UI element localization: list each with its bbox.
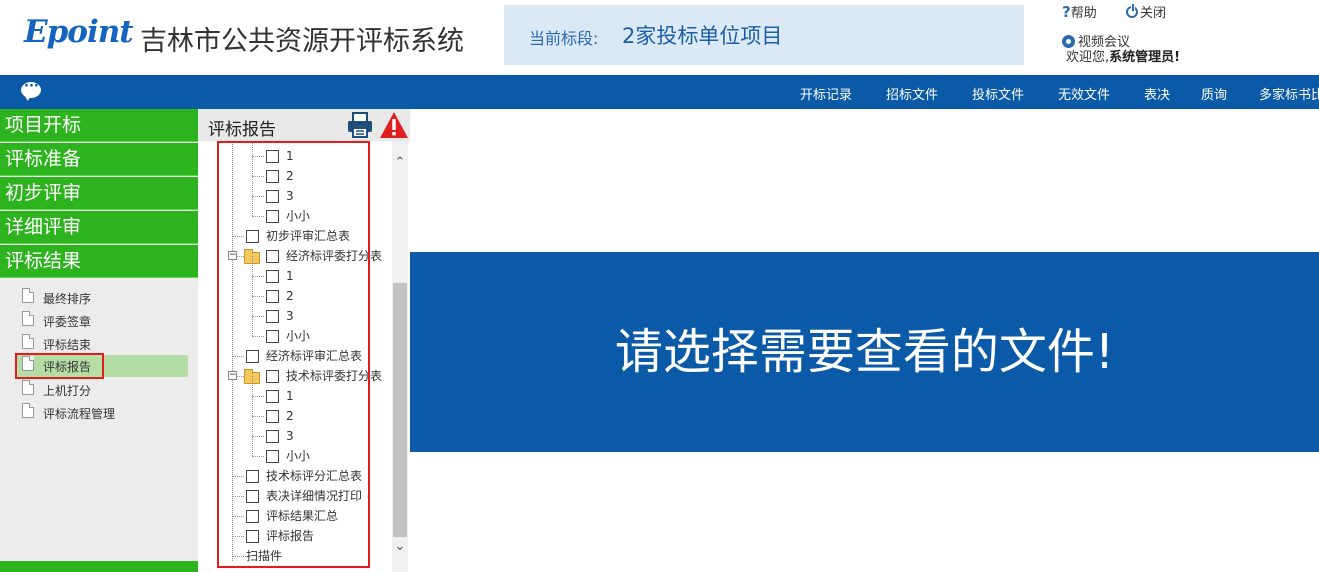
welcome-prefix: 欢迎您,	[1066, 50, 1110, 65]
welcome-text: 欢迎您,系统管理员!	[1066, 46, 1180, 65]
logo-text: Epoint	[24, 14, 134, 50]
epoint-logo: Epoint	[24, 14, 134, 58]
scroll-thumb[interactable]	[393, 283, 407, 537]
sidebar-item-label: 评标流程管理	[43, 407, 116, 421]
select-file-message: 请选择需要查看的文件!	[614, 324, 1115, 380]
active-item-highlight	[15, 353, 104, 379]
user-name: 系统管理员!	[1109, 50, 1181, 65]
document-icon	[22, 288, 34, 303]
nav-item-vote[interactable]: 表决	[1144, 84, 1170, 103]
sidebar-item-label: 最终排序	[43, 292, 92, 306]
help-link[interactable]: ?帮助	[1062, 2, 1097, 21]
stage-detailed-review[interactable]: 详细评审	[0, 211, 198, 244]
nav-item-query[interactable]: 质询	[1201, 84, 1227, 103]
power-icon	[1126, 4, 1138, 18]
warning-icon[interactable]	[379, 111, 409, 139]
nav-item-invalid-file[interactable]: 无效文件	[1058, 84, 1110, 103]
stage-system-management[interactable]	[0, 561, 198, 572]
close-label: 关闭	[1140, 6, 1167, 21]
scroll-up-arrow-icon[interactable]: ⌃	[392, 155, 408, 171]
document-icon	[22, 403, 34, 418]
help-label: 帮助	[1070, 6, 1097, 21]
nav-item-tender-file[interactable]: 招标文件	[886, 84, 938, 103]
nav-item-multi-bid-compare[interactable]: 多家标书比	[1259, 84, 1319, 103]
tree-scrollbar[interactable]: ⌃ ⌄	[392, 141, 408, 572]
sidebar-item-final-ranking[interactable]: 最终排序	[16, 287, 188, 309]
top-navbar: 开标记录 招标文件 投标文件 无效文件 表决 质询 多家标书比	[0, 75, 1319, 109]
current-section-value: 2家投标单位项目	[622, 24, 783, 48]
content-area: 请选择需要查看的文件!	[410, 109, 1319, 572]
report-panel-header: 评标报告	[198, 109, 410, 141]
sidebar-item-judge-signature[interactable]: 评委签章	[16, 310, 188, 332]
print-icon[interactable]	[346, 112, 374, 138]
document-icon	[22, 334, 34, 349]
sidebar-item-label: 上机打分	[43, 384, 92, 398]
current-section-box: 当前标段: 2家投标单位项目	[504, 5, 1024, 65]
scroll-down-arrow-icon[interactable]: ⌄	[392, 539, 408, 555]
help-icon: ?	[1062, 3, 1071, 21]
document-icon	[22, 380, 34, 395]
sidebar-item-label: 评委签章	[43, 315, 92, 329]
tree-highlight-outline	[217, 141, 370, 568]
sidebar-item-evaluation-end[interactable]: 评标结束	[16, 333, 188, 355]
nav-item-bid-file[interactable]: 投标文件	[972, 84, 1024, 103]
chat-icon-tail	[24, 95, 31, 101]
sidebar-item-process-management[interactable]: 评标流程管理	[16, 402, 188, 424]
nav-item-bid-opening-record[interactable]: 开标记录	[800, 84, 852, 103]
stage-evaluation-prep[interactable]: 评标准备	[0, 143, 198, 176]
message-banner: 请选择需要查看的文件!	[410, 252, 1319, 452]
header: Epoint 吉林市公共资源开评标系统 当前标段: 2家投标单位项目 ?帮助 关…	[0, 0, 1319, 75]
page: Epoint 吉林市公共资源开评标系统 当前标段: 2家投标单位项目 ?帮助 关…	[0, 0, 1319, 572]
left-sidebar: 项目开标 评标准备 初步评审 详细评审 评标结果 最终排序 评委签章 评标结束 …	[0, 109, 198, 572]
current-section-label: 当前标段:	[529, 29, 599, 48]
sidebar-item-computer-scoring[interactable]: 上机打分	[16, 379, 188, 401]
report-panel-title: 评标报告	[208, 120, 276, 140]
close-link[interactable]: 关闭	[1126, 2, 1166, 21]
stage-evaluation-result[interactable]: 评标结果	[0, 245, 198, 278]
stage-preliminary-review[interactable]: 初步评审	[0, 177, 198, 210]
system-title: 吉林市公共资源开评标系统	[140, 26, 464, 57]
document-icon	[22, 311, 34, 326]
stage-project-opening[interactable]: 项目开标	[0, 109, 198, 142]
